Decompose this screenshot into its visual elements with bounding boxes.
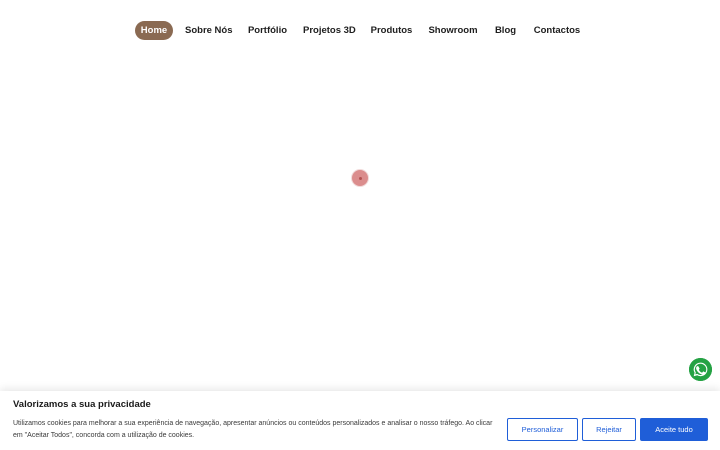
cookie-banner-title: Valorizamos a sua privacidade [13, 399, 151, 410]
nav-item-projetos-3d[interactable]: Projetos 3D [303, 21, 356, 40]
nav-item-showroom[interactable]: Showroom [428, 21, 478, 40]
cookie-banner-text: Utilizamos cookies para melhorar a sua e… [13, 420, 493, 439]
loading-spinner-icon [352, 170, 368, 186]
whatsapp-button[interactable] [689, 358, 712, 381]
customize-cookies-button[interactable]: Personalizar [507, 418, 578, 441]
whatsapp-icon [689, 358, 712, 381]
nav-item-produtos[interactable]: Produtos [370, 21, 413, 40]
accept-all-cookies-button[interactable]: Aceite tudo [640, 418, 708, 441]
nav-item-sobre-nos[interactable]: Sobre Nós [185, 21, 233, 40]
nav-item-portfolio[interactable]: Portfólio [247, 21, 288, 40]
reject-cookies-button[interactable]: Rejeitar [582, 418, 636, 441]
main-navigation: Home Sobre Nós Portfólio Projetos 3D Pro… [0, 21, 720, 40]
page: Home Sobre Nós Portfólio Projetos 3D Pro… [0, 0, 720, 450]
nav-item-home[interactable]: Home [135, 21, 173, 40]
loading-spinner-dot [358, 176, 362, 180]
nav-item-contactos[interactable]: Contactos [533, 21, 581, 40]
nav-item-blog[interactable]: Blog [493, 21, 518, 40]
cookie-consent-banner: Valorizamos a sua privacidade Utilizamos… [0, 391, 720, 450]
